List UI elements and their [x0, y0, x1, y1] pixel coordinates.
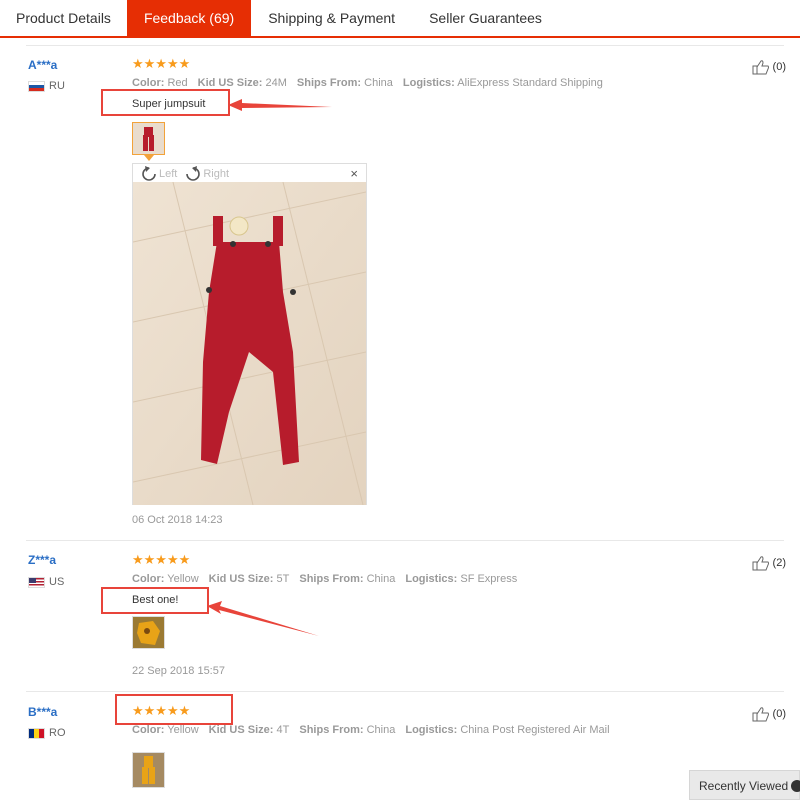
size-label: Kid US Size:: [208, 573, 274, 585]
annotation-arrow-icon: [207, 601, 319, 636]
yellow-jumpsuit-thumbnail-image: [133, 753, 164, 787]
country-code: US: [49, 576, 65, 588]
star-rating: ★★★★★: [132, 552, 191, 567]
ships-from-value: China: [366, 724, 396, 736]
size-value: 24M: [265, 77, 287, 89]
highlight-box: [101, 89, 230, 116]
color-label: Color:: [132, 724, 165, 736]
helpful-count: (2): [772, 557, 786, 569]
ships-from-label: Ships From:: [296, 77, 362, 89]
logistics-value: China Post Registered Air Mail: [460, 724, 610, 736]
thumbnail-pointer: [144, 155, 154, 161]
ships-from-label: Ships From:: [299, 724, 364, 736]
order-attributes: Color: Red Kid US Size: 24M Ships From: Ch…: [132, 77, 603, 89]
order-attributes: Color: Yellow Kid US Size: 5T Ships From: …: [132, 573, 517, 585]
helpful-count: (0): [772, 708, 786, 720]
annotation-arrow-icon: [228, 99, 332, 111]
divider: [26, 540, 784, 541]
tab-seller-guarantees[interactable]: Seller Guarantees: [412, 0, 559, 36]
ships-from-value: China: [364, 77, 393, 89]
red-jumpsuit-thumbnail-image: [133, 123, 164, 154]
ships-from-value: China: [366, 573, 396, 585]
color-label: Color:: [132, 573, 165, 585]
reviewer-country: RO: [28, 727, 66, 739]
logistics-value: SF Express: [460, 573, 518, 585]
thumbs-up-icon[interactable]: [752, 706, 770, 722]
helpful-vote[interactable]: (0): [752, 59, 786, 75]
feedback-date: 06 Oct 2018 14:23: [132, 514, 223, 526]
country-code: RO: [49, 727, 66, 739]
helpful-vote[interactable]: (2): [752, 555, 786, 571]
highlight-box: [115, 694, 233, 725]
color-value: Yellow: [167, 724, 199, 736]
color-value: Yellow: [167, 573, 199, 585]
reviewer-country: RU: [28, 80, 65, 92]
star-rating: ★★★★★: [132, 56, 191, 71]
photo-thumbnail[interactable]: [132, 122, 165, 155]
tab-shipping-payment[interactable]: Shipping & Payment: [251, 0, 412, 36]
tab-feedback[interactable]: Feedback (69): [126, 0, 252, 36]
logistics-value: AliExpress Standard Shipping: [457, 77, 603, 89]
image-viewer: Left Right ×: [132, 163, 367, 505]
highlight-box: [101, 587, 209, 614]
thumbs-up-icon[interactable]: [752, 555, 770, 571]
size-value: 4T: [276, 724, 290, 736]
reviewer-country: US: [28, 576, 64, 588]
recently-viewed-icon: [791, 780, 800, 792]
logistics-label: Logistics:: [402, 77, 455, 89]
helpful-vote[interactable]: (0): [752, 706, 786, 722]
usa-flag-icon: [28, 576, 45, 588]
order-attributes: Color: Yellow Kid US Size: 4T Ships From: …: [132, 724, 610, 736]
divider: [26, 45, 784, 46]
feedback-date: 22 Sep 2018 15:57: [132, 665, 225, 677]
rotate-left-label[interactable]: Left: [159, 168, 177, 180]
tab-product-details[interactable]: Product Details: [0, 0, 127, 36]
enlarged-photo: [133, 182, 366, 505]
logistics-label: Logistics:: [405, 573, 458, 585]
photo-thumbnail[interactable]: [132, 752, 165, 788]
ships-from-label: Ships From:: [299, 573, 364, 585]
thumbs-up-icon[interactable]: [752, 59, 770, 75]
reviewer-name[interactable]: Z***a: [28, 553, 56, 567]
rotate-right-label[interactable]: Right: [203, 168, 229, 180]
photo-thumbnail[interactable]: [132, 616, 165, 649]
red-jumpsuit-photo-image: [133, 182, 366, 505]
helpful-count: (0): [772, 61, 786, 73]
country-code: RU: [49, 80, 65, 92]
color-value: Red: [167, 77, 188, 89]
close-icon[interactable]: ×: [350, 166, 358, 181]
rotate-right-icon[interactable]: [185, 166, 201, 182]
recently-viewed-label: Recently Viewed: [699, 779, 789, 793]
yellow-jumpsuit-thumbnail-image: [133, 617, 164, 648]
romania-flag-icon: [28, 727, 45, 739]
size-label: Kid US Size:: [208, 724, 274, 736]
recently-viewed-button[interactable]: Recently Viewed: [689, 770, 800, 800]
reviewer-name[interactable]: A***a: [28, 58, 57, 72]
viewer-toolbar: Left Right: [141, 166, 229, 182]
size-value: 5T: [276, 573, 290, 585]
rotate-left-icon[interactable]: [141, 166, 157, 182]
logistics-label: Logistics:: [405, 724, 458, 736]
divider: [26, 691, 784, 692]
reviewer-name[interactable]: B***a: [28, 705, 57, 719]
russia-flag-icon: [28, 80, 45, 92]
size-label: Kid US Size:: [197, 77, 263, 89]
product-tabs: Product Details Feedback (69) Shipping &…: [0, 0, 800, 38]
color-label: Color:: [132, 77, 165, 89]
